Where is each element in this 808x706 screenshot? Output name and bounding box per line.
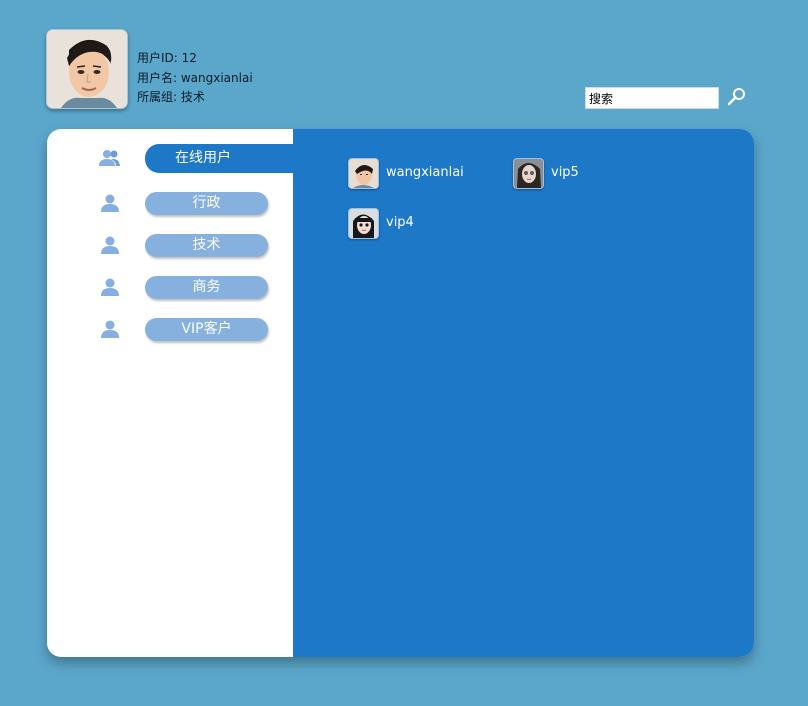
sidebar-item-business[interactable]: 商务 [47,273,307,301]
user-group-text: 所属组: 技术 [137,90,205,104]
user-icon [101,278,119,296]
user-name: vip5 [551,165,579,180]
user-id-text: 用户ID: 12 [137,51,197,65]
user-name: wangxianlai [386,165,464,180]
user-avatar [348,158,379,189]
search-icon [727,88,745,106]
profile-avatar[interactable] [46,29,128,109]
avatar-icon [349,159,378,188]
user-icon [101,320,119,338]
user-avatar [513,158,544,189]
avatar-icon [514,159,543,188]
online-users-area: wangxianlai vip5 vip4 [293,129,754,657]
user-name: vip4 [386,215,414,230]
username-text: 用户名: wangxianlai [137,70,253,85]
users-icon [99,150,120,166]
avatar-portrait-icon [47,30,127,108]
sidebar-item-online-users[interactable]: 在线用户 [47,144,307,173]
group-label[interactable]: 商务 [145,276,268,299]
user-icon [101,236,119,254]
group-label[interactable]: 技术 [145,234,268,257]
search-button[interactable] [726,86,748,108]
group-label[interactable]: VIP客户 [145,318,268,341]
group-label[interactable]: 在线用户 [145,144,305,173]
sidebar-item-vip[interactable]: VIP客户 [47,315,307,343]
search-input[interactable] [585,87,719,109]
user-icon [101,194,119,212]
group-label[interactable]: 行政 [145,192,268,215]
sidebar-item-tech[interactable]: 技术 [47,231,307,259]
avatar-icon [349,209,378,238]
user-avatar [348,208,379,239]
sidebar-item-admin[interactable]: 行政 [47,189,307,217]
profile-info: 用户ID: 12 用户名: wangxianlai 所属组: 技术 [137,49,253,108]
main-panel: wangxianlai vip5 vip4 在线用户 行政 技术 商务 VIP客… [47,129,754,657]
